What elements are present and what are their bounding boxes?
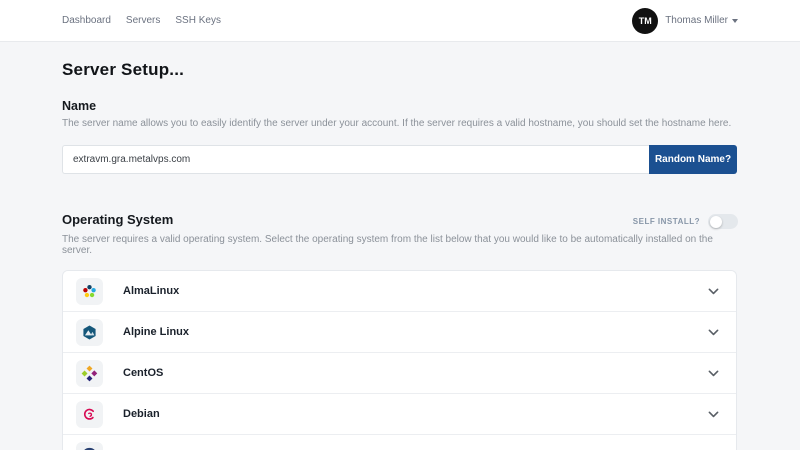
os-list-item-centos[interactable]: CentOS xyxy=(63,353,736,394)
chevron-down-icon[interactable] xyxy=(707,408,720,421)
main-content: Server Setup... Name The server name all… xyxy=(0,42,800,450)
os-section-description: The server requires a valid operating sy… xyxy=(62,234,738,256)
os-label: CentOS xyxy=(123,367,163,379)
centos-logo-icon xyxy=(80,364,99,383)
self-install-toggle[interactable] xyxy=(708,214,738,229)
nav-item-dashboard[interactable]: Dashboard xyxy=(62,15,111,26)
avatar[interactable]: TM xyxy=(632,8,658,34)
user-name: Thomas Miller xyxy=(665,15,738,26)
chevron-down-icon[interactable] xyxy=(707,285,720,298)
chevron-down-icon[interactable] xyxy=(707,367,720,380)
alpinelinux-logo-icon xyxy=(80,323,99,342)
os-label: Alpine Linux xyxy=(123,326,189,338)
os-label: AlmaLinux xyxy=(123,285,179,297)
self-install-control: SELF INSTALL? xyxy=(633,214,738,229)
nav-item-servers[interactable]: Servers xyxy=(126,15,160,26)
os-section-heading: Operating System xyxy=(62,212,173,227)
os-label: Debian xyxy=(123,408,160,420)
os-list-item-alpine-linux[interactable]: Alpine Linux xyxy=(63,312,736,353)
self-install-label: SELF INSTALL? xyxy=(633,217,700,226)
random-name-button[interactable]: Random Name? xyxy=(649,145,737,174)
os-list-item-almalinux[interactable]: AlmaLinux xyxy=(63,271,736,312)
toggle-knob xyxy=(710,216,722,228)
chevron-down-icon[interactable] xyxy=(707,326,720,339)
os-section-header: Operating System SELF INSTALL? xyxy=(62,212,738,229)
server-name-input-group: Random Name? xyxy=(62,145,737,174)
page-title: Server Setup... xyxy=(62,60,738,80)
user-name-label: Thomas Miller xyxy=(665,15,728,26)
top-bar: Dashboard Servers SSH Keys TM Thomas Mil… xyxy=(0,0,800,42)
os-list: AlmaLinux Alpine Linux CentOS xyxy=(62,270,737,450)
chevron-down-icon xyxy=(732,19,738,23)
nav-item-ssh-keys[interactable]: SSH Keys xyxy=(175,15,221,26)
main-nav: Dashboard Servers SSH Keys xyxy=(62,15,221,26)
server-name-input[interactable] xyxy=(62,145,649,174)
user-menu[interactable]: TM Thomas Miller xyxy=(632,8,738,34)
os-list-item-debian[interactable]: Debian xyxy=(63,394,736,435)
name-section-heading: Name xyxy=(62,99,738,113)
almalinux-logo-icon xyxy=(80,282,99,301)
fedora-logo-icon xyxy=(80,446,99,450)
name-section-description: The server name allows you to easily ide… xyxy=(62,118,738,129)
debian-logo-icon xyxy=(80,405,99,424)
os-list-item-fedora[interactable]: Fedora xyxy=(63,435,736,450)
